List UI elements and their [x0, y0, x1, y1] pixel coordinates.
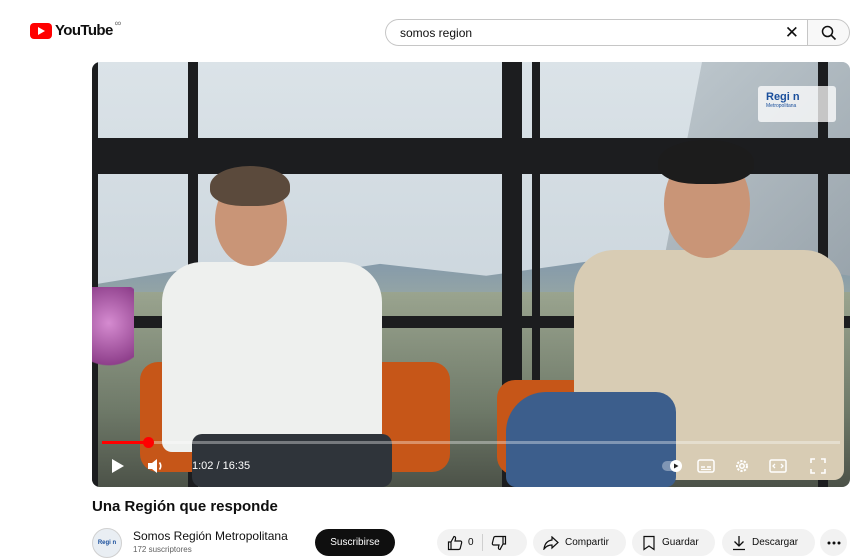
search-button[interactable] [807, 19, 850, 46]
more-horizontal-icon [827, 541, 840, 544]
like-count: 0 [468, 537, 474, 548]
fullscreen-icon [810, 458, 826, 474]
clear-search-icon[interactable]: ✕ [785, 23, 799, 43]
download-label: Descargar [752, 537, 799, 548]
like-dislike-group: 0 [437, 529, 527, 556]
gear-icon [736, 460, 748, 472]
progress-bar[interactable] [102, 437, 840, 448]
subscribe-button[interactable]: Suscribirse [315, 529, 395, 556]
search-input[interactable] [400, 24, 770, 42]
video-title: Una Región que responde [92, 498, 278, 515]
speaker-left [162, 262, 382, 452]
watermark-subtitle: Metropolitana [766, 103, 797, 109]
search-box: ✕ [385, 19, 807, 46]
video-player[interactable]: Regi n Metropolitana 1:02 / 16:35 [92, 62, 850, 487]
logo-superscript: ∞ [114, 17, 122, 28]
subtitles-button[interactable] [692, 452, 720, 480]
play-button[interactable] [104, 452, 132, 480]
time-display: 1:02 / 16:35 [192, 460, 251, 472]
window-frame [92, 62, 98, 487]
like-divider [481, 534, 483, 551]
top-bar: YouTube ∞ ✕ [0, 0, 850, 62]
save-button[interactable]: Guardar [632, 529, 715, 556]
like-button[interactable]: 0 [447, 535, 474, 551]
download-icon [733, 535, 745, 550]
orchid-decoration [92, 287, 134, 377]
speaker-right-hair [658, 140, 754, 184]
save-label: Guardar [662, 537, 699, 548]
more-actions-button[interactable] [820, 529, 847, 556]
theater-mode-button[interactable] [764, 452, 792, 480]
volume-button[interactable] [142, 452, 170, 480]
subtitles-icon [697, 459, 715, 473]
watermark-title: Regi n [766, 91, 800, 103]
thumbs-up-icon [447, 535, 463, 550]
download-button[interactable]: Descargar [722, 529, 815, 556]
youtube-play-logo-icon [30, 22, 52, 39]
autoplay-icon [662, 460, 682, 472]
settings-button[interactable] [728, 452, 756, 480]
thumbs-down-icon [491, 535, 506, 550]
autoplay-toggle[interactable] [658, 452, 686, 480]
search-icon [821, 25, 836, 40]
theater-mode-icon [769, 459, 787, 473]
fullscreen-button[interactable] [804, 452, 832, 480]
bookmark-icon [643, 535, 655, 551]
subscriber-count: 172 suscriptores [133, 545, 192, 554]
share-label: Compartir [565, 537, 609, 548]
volume-icon [148, 459, 162, 473]
logo-text: YouTube [55, 22, 113, 39]
speaker-left-hair [210, 166, 290, 206]
share-button[interactable]: Compartir [533, 529, 626, 556]
progress-played [102, 441, 149, 444]
channel-avatar[interactable]: Regi n [92, 528, 122, 558]
play-icon [112, 459, 124, 473]
channel-name[interactable]: Somos Región Metropolitana [133, 529, 288, 543]
channel-watermark[interactable]: Regi n Metropolitana [758, 86, 836, 122]
player-controls: 1:02 / 16:35 [92, 446, 850, 487]
dislike-button[interactable] [491, 535, 507, 551]
youtube-logo[interactable]: YouTube ∞ [30, 18, 121, 39]
share-icon [543, 535, 559, 550]
